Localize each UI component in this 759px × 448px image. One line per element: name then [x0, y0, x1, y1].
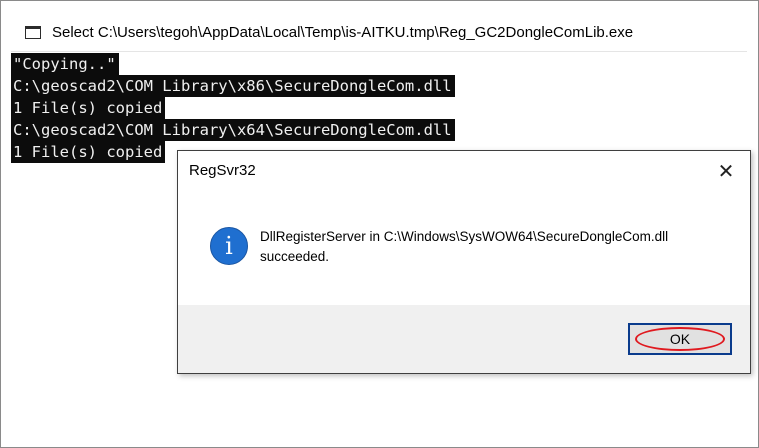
console-line: 1 File(s) copied: [11, 97, 166, 119]
dialog-message: DllRegisterServer in C:\Windows\SysWOW64…: [260, 227, 730, 267]
console-titlebar[interactable]: Select C:\Users\tegoh\AppData\Local\Temp…: [11, 13, 747, 52]
console-line: C:\geoscad2\COM Library\x86\SecureDongle…: [11, 75, 455, 97]
info-icon: i: [210, 227, 248, 265]
ok-button[interactable]: OK: [628, 323, 732, 355]
screenshot-frame: Select C:\Users\tegoh\AppData\Local\Temp…: [0, 0, 759, 448]
dialog-message-line: succeeded.: [260, 249, 330, 264]
console-title: Select C:\Users\tegoh\AppData\Local\Temp…: [52, 23, 634, 41]
dialog-title: RegSvr32: [189, 162, 256, 179]
console-line: C:\geoscad2\COM Library\x64\SecureDongle…: [11, 119, 455, 141]
dialog-content: i DllRegisterServer in C:\Windows\SysWOW…: [178, 191, 750, 303]
dialog-message-line: DllRegisterServer in C:\Windows\SysWOW64…: [260, 229, 669, 244]
console-window-icon: [25, 25, 41, 39]
console-line: "Copying..": [11, 53, 119, 75]
close-icon[interactable]: ✕: [706, 155, 746, 187]
dialog-footer: OK: [178, 305, 750, 373]
ok-button-label: OK: [669, 331, 691, 347]
console-line: 1 File(s) copied: [11, 141, 166, 163]
regsvr32-dialog: RegSvr32 ✕ i DllRegisterServer in C:\Win…: [177, 150, 751, 374]
